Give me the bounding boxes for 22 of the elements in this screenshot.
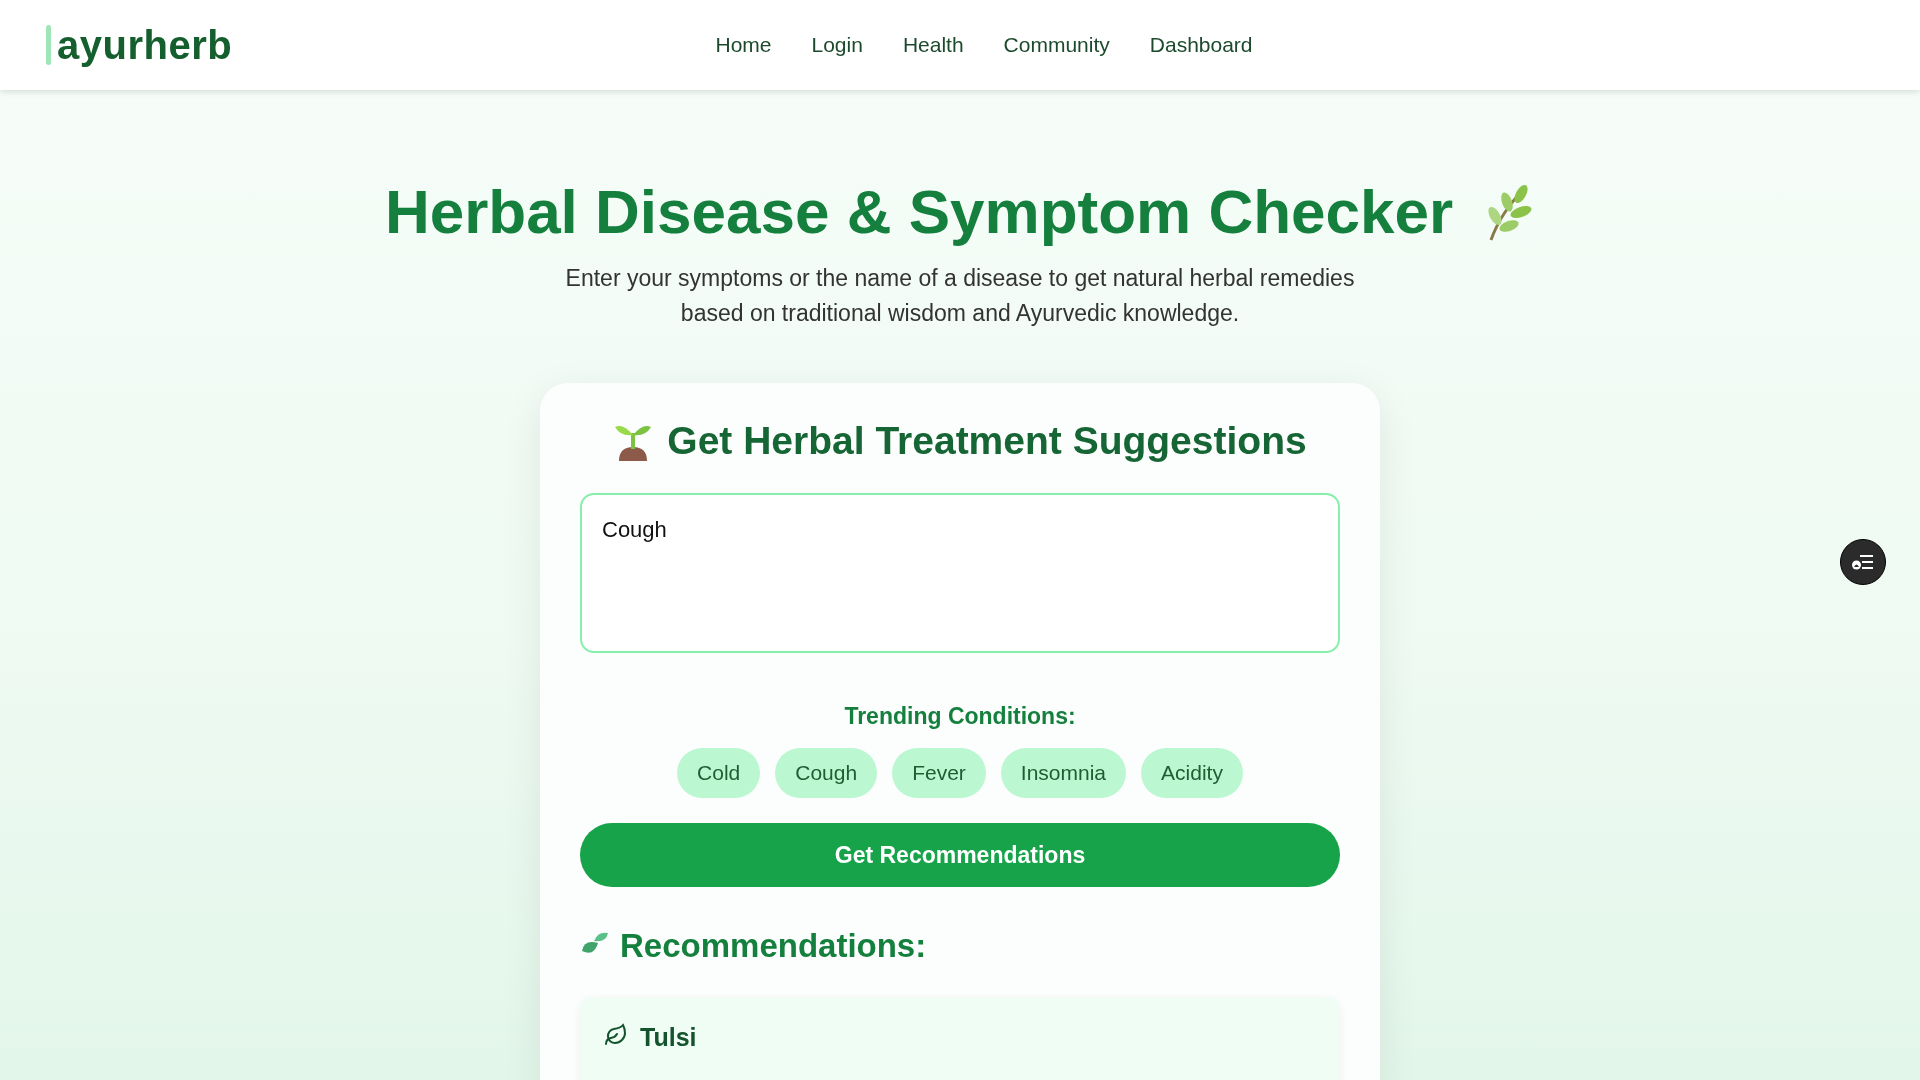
nav-link[interactable]: Community (1003, 33, 1110, 57)
condition-chip[interactable]: Cold (677, 748, 761, 798)
herb-name: Tulsi (640, 1023, 697, 1052)
page-title: Herbal Disease & Symptom Checker (384, 176, 1454, 247)
nav-link[interactable]: Dashboard (1149, 33, 1253, 57)
symptom-input-field[interactable]: Cough (580, 493, 1340, 653)
leaf-icon (604, 1023, 628, 1047)
accessibility-button[interactable] (1840, 539, 1886, 585)
logo-mark (46, 25, 51, 65)
condition-chip[interactable]: Cough (775, 748, 878, 798)
card-title: Get Herbal Treatment Suggestions (667, 419, 1307, 463)
trending-label: Trending Conditions: (843, 703, 1077, 730)
condition-chip[interactable]: Acidity (1141, 748, 1243, 798)
nav-link[interactable]: Home (715, 33, 772, 57)
nav-link[interactable]: Login (811, 33, 863, 57)
condition-chip[interactable]: Fever (892, 748, 986, 798)
logo[interactable]: ayurherb (57, 22, 233, 68)
nav-link[interactable]: Health (902, 33, 964, 57)
list-person-icon (1852, 554, 1874, 570)
page-subtitle: Enter your symptoms or the name of a disease to get natural herbal remedies based on traditional wisdom and Ayurvedic knowledge. (564, 264, 1356, 328)
recommendations-title: Recommendations: (620, 927, 927, 965)
condition-chip[interactable]: Insomnia (1000, 748, 1127, 798)
